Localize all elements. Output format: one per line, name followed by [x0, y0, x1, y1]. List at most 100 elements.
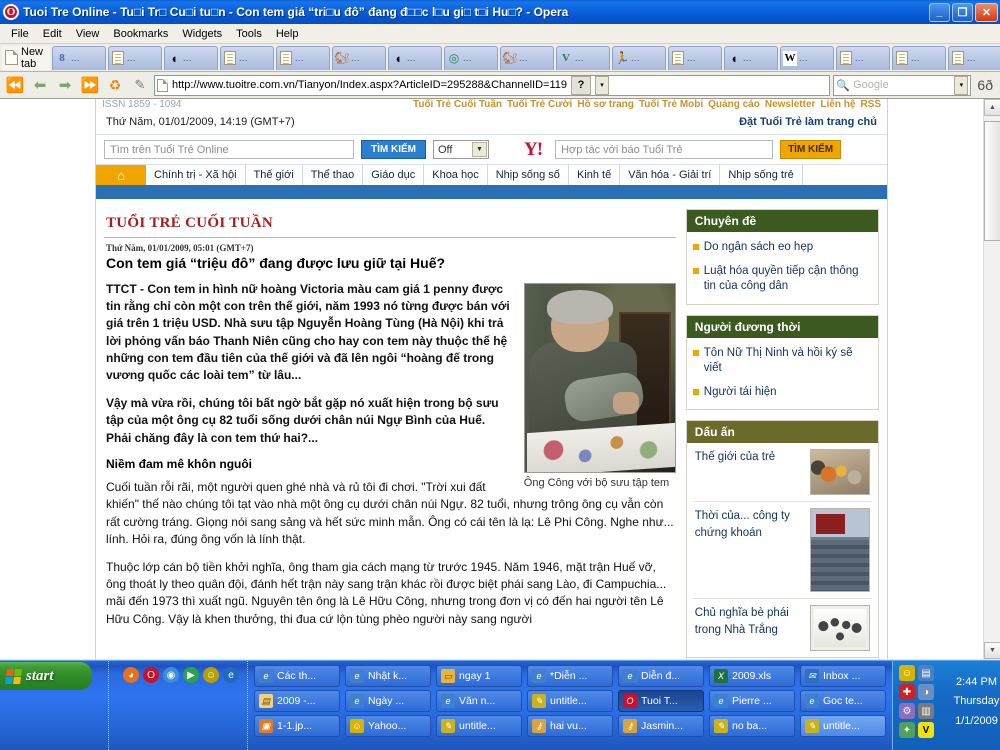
scroll-up-button[interactable]: ▲ [984, 99, 1000, 116]
menu-file[interactable]: File [4, 26, 36, 42]
sidebar-link[interactable]: Luật hóa quyền tiếp cận thông tin của cô… [692, 260, 872, 299]
search-filter-select[interactable]: Off ▼ [433, 140, 489, 159]
menu-bookmarks[interactable]: Bookmarks [106, 26, 175, 42]
tab-4[interactable]: ... [220, 45, 275, 70]
volume-tray-icon[interactable]: ◑ [918, 684, 934, 700]
player-icon[interactable]: ▶ [183, 667, 199, 683]
task-button[interactable]: ▭ ngay 1 [436, 665, 522, 687]
settings-tray-icon[interactable]: ✦ [899, 722, 915, 738]
menu-widgets[interactable]: Widgets [175, 26, 229, 42]
partner-search-input[interactable]: Hợp tác với báo Tuổi Trẻ [555, 140, 774, 159]
tab-8[interactable]: ◎... [444, 45, 499, 70]
opera-icon[interactable]: O [143, 667, 159, 683]
nav-item-3[interactable]: Giáo dục [363, 165, 425, 185]
menu-tools[interactable]: Tools [229, 26, 269, 42]
search-engine-dropdown-icon[interactable]: ▾ [954, 75, 969, 95]
start-button[interactable]: start [0, 662, 92, 690]
sidebar-article-row[interactable]: Thế giới của trẻ [693, 443, 872, 501]
network-tray-icon[interactable]: ▤ [918, 665, 934, 681]
nav-item-1[interactable]: Thế giới [246, 165, 303, 185]
task-button[interactable]: X 2009.xls [709, 665, 795, 687]
top-link-4[interactable]: Quảng cáo [708, 99, 760, 109]
task-button[interactable]: ▤ 2009 -... [254, 690, 340, 712]
scroll-down-button[interactable]: ▼ [984, 642, 1000, 659]
task-button[interactable]: e Ngày ... [345, 690, 431, 712]
menu-edit[interactable]: Edit [36, 26, 69, 42]
top-link-1[interactable]: Tuổi Trẻ Cười [507, 99, 572, 109]
tab-5[interactable]: ... [276, 45, 331, 70]
site-search-button[interactable]: TÌM KIẾM [361, 140, 426, 159]
maximize-button[interactable]: ❐ [952, 2, 973, 22]
taskbar-clock[interactable]: 2:44 PM Thursday 1/1/2009 [947, 665, 1000, 731]
url-input[interactable]: http://www.tuoitre.com.vn/Tianyon/Index.… [154, 74, 831, 96]
search-input[interactable]: 🔍 Google ▾ [833, 74, 972, 96]
unikey-tray-icon[interactable]: V [918, 722, 934, 738]
tab-10[interactable]: V... [556, 45, 611, 70]
task-button[interactable]: e Các th... [254, 665, 340, 687]
tab-17[interactable]: ... [948, 45, 1000, 70]
top-link-6[interactable]: Liên hệ [820, 99, 855, 109]
task-button[interactable]: ✎ untitle... [800, 715, 886, 737]
nav-item-2[interactable]: Thể thao [303, 165, 364, 185]
minimize-button[interactable]: _ [929, 2, 950, 22]
reload-button[interactable]: ♻ [104, 75, 126, 96]
webcam-tray-icon[interactable]: ▥ [918, 703, 934, 719]
nav-item-8[interactable]: Nhịp sống trẻ [720, 165, 803, 185]
task-button[interactable]: e *Diễn ... [527, 665, 613, 687]
internet-explorer-icon[interactable]: e [223, 667, 239, 683]
task-button[interactable]: e Văn n... [436, 690, 522, 712]
tab-2[interactable]: ... [108, 45, 163, 70]
forward-button[interactable]: ➡ [54, 75, 76, 96]
nav-item-6[interactable]: Kinh tế [569, 165, 621, 185]
sidebar-link[interactable]: Tôn Nữ Thị Ninh và hồi ký sẽ viết [692, 342, 872, 381]
edit-button[interactable]: ✎ [129, 75, 151, 96]
top-link-2[interactable]: Hồ sơ trang [577, 99, 634, 109]
tab-9[interactable]: 🐿... [500, 45, 555, 70]
task-button[interactable]: ⚷ hai vu... [527, 715, 613, 737]
task-button[interactable]: e Goc te... [800, 690, 886, 712]
nav-item-0[interactable]: Chính trị - Xã hội [146, 165, 246, 185]
close-button[interactable]: ✕ [975, 2, 998, 22]
yahoo-messenger-tray-icon[interactable]: ☺ [899, 665, 915, 681]
task-button[interactable]: ▣ 1-1.jp... [254, 715, 340, 737]
task-button[interactable]: e Nhật k... [345, 665, 431, 687]
vertical-scrollbar[interactable]: ▲ ▼ [983, 99, 1000, 659]
nav-home-button[interactable]: ⌂ [96, 165, 146, 185]
site-search-input[interactable]: Tìm trên Tuổi Trẻ Online [104, 140, 354, 159]
tab-1[interactable]: 8... [52, 45, 107, 70]
rss-badge[interactable]: RSS [860, 99, 881, 109]
menu-help[interactable]: Help [269, 26, 306, 42]
set-homepage-link[interactable]: Đặt Tuổi Trẻ làm trang chủ [739, 116, 877, 128]
yahoo-messenger-icon[interactable]: ☺ [203, 667, 219, 683]
task-button[interactable]: e Diễn đ... [618, 665, 704, 687]
tab-13[interactable]: ◖... [724, 45, 779, 70]
nav-item-7[interactable]: Văn hóa - Giải trí [620, 165, 721, 185]
media-icon[interactable]: ◉ [163, 667, 179, 683]
nav-item-5[interactable]: Nhịp sống số [488, 165, 569, 185]
task-button-active-opera[interactable]: O Tuoi T... [618, 690, 704, 712]
task-button[interactable]: e Pierre ... [709, 690, 795, 712]
task-button[interactable]: ✎ untitle... [436, 715, 522, 737]
tab-15[interactable]: ... [836, 45, 891, 70]
sidebar-link[interactable]: Người tái hiện [692, 381, 872, 405]
task-button[interactable]: ✎ untitle... [527, 690, 613, 712]
rewind-button[interactable]: ⏪ [4, 75, 26, 96]
url-help-button[interactable]: ? [571, 75, 592, 95]
scrollbar-thumb[interactable] [984, 121, 1000, 241]
nav-item-4[interactable]: Khoa học [424, 165, 488, 185]
tab-6[interactable]: 🐿... [332, 45, 387, 70]
task-button[interactable]: ✎ no ba... [709, 715, 795, 737]
sidebar-article-row[interactable]: Chủ nghĩa bè phái trong Nhà Trắng [692, 598, 872, 657]
tab-7[interactable]: ◖... [388, 45, 443, 70]
glasses-icon[interactable]: 6ð [974, 77, 996, 93]
tab-11[interactable]: 🏃... [612, 45, 667, 70]
task-button[interactable]: ⚷ Jasmin... [618, 715, 704, 737]
fastforward-button[interactable]: ⏩ [79, 75, 101, 96]
top-link-5[interactable]: Newsletter [765, 99, 816, 109]
updates-tray-icon[interactable]: ⚙ [899, 703, 915, 719]
sidebar-article-row[interactable]: Thời của... công ty chứng khoán [692, 501, 872, 598]
url-dropdown-icon[interactable]: ▾ [595, 75, 610, 95]
partner-search-button[interactable]: TÌM KIẾM [780, 140, 842, 159]
tab-12[interactable]: ... [668, 45, 723, 70]
antivirus-tray-icon[interactable]: ✚ [899, 684, 915, 700]
